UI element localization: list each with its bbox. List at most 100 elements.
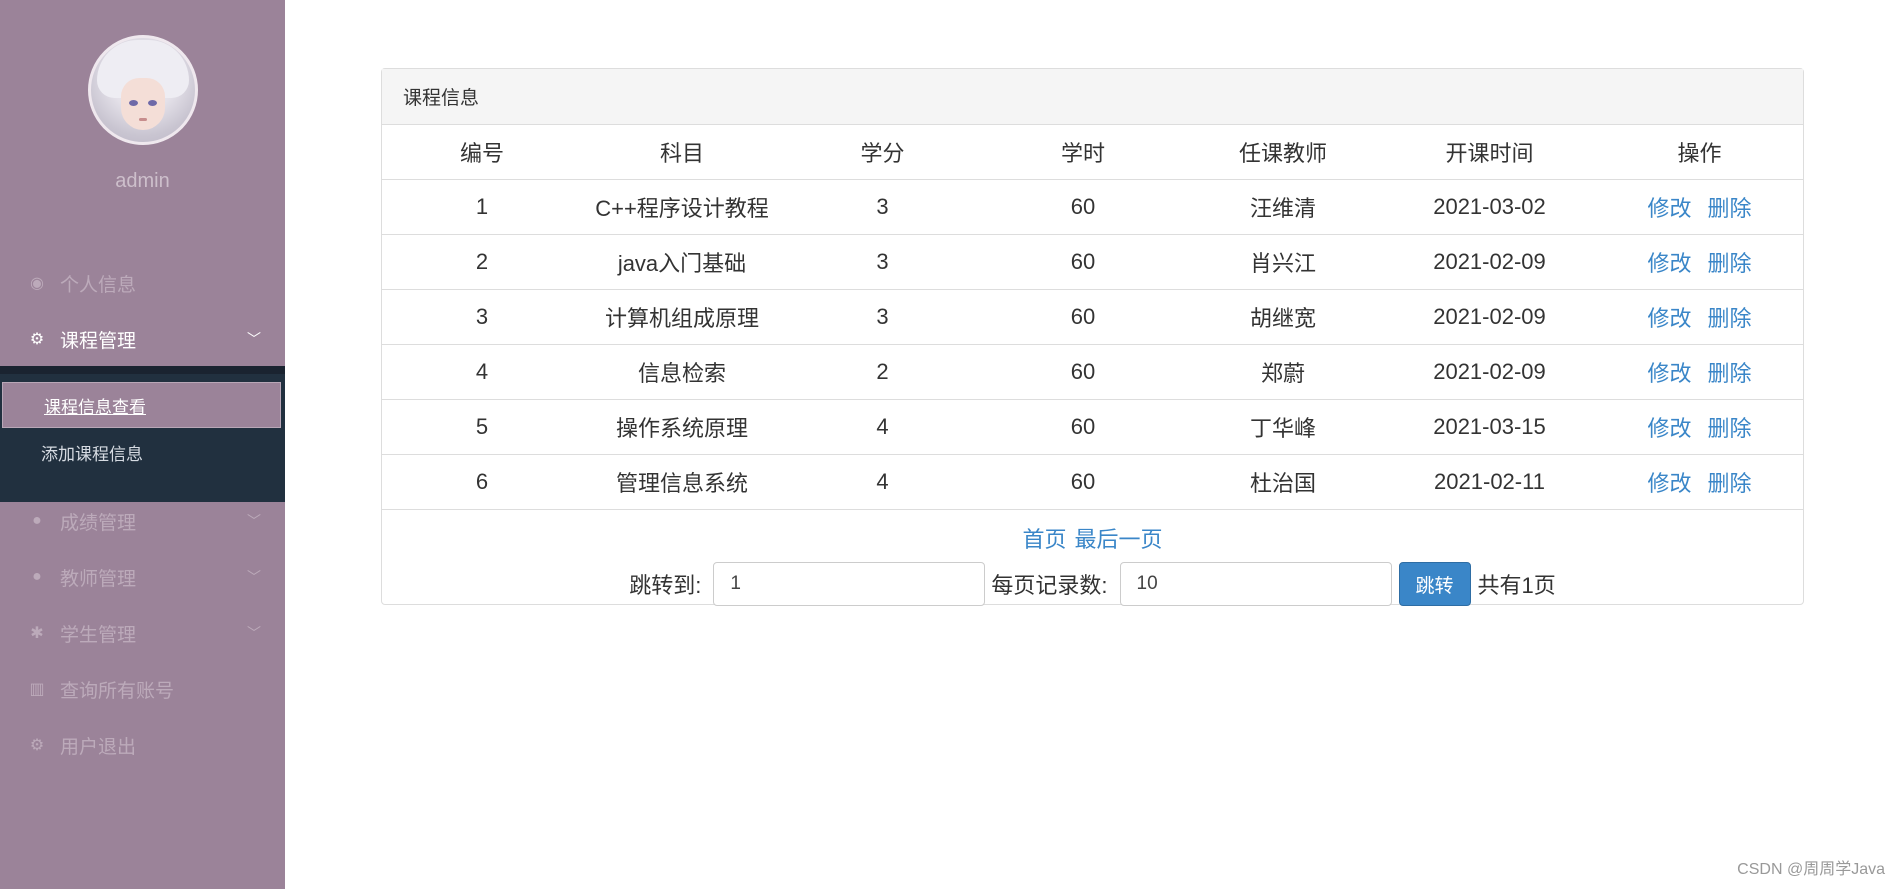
cell-date: 2021-02-09 [1383, 289, 1596, 345]
table-row: 2 java入门基础 3 60 肖兴江 2021-02-09 修改 删除 [382, 234, 1803, 290]
chevron-down-icon: ﹀ [247, 513, 261, 529]
comments-icon: ● [32, 512, 42, 529]
table-row: 1 C++程序设计教程 3 60 汪维清 2021-03-02 修改 删除 [382, 179, 1803, 235]
menu-item-profile[interactable]: ◉ 个人信息 [0, 263, 285, 303]
bug-icon: ✱ [30, 625, 44, 642]
column-header: 学时 [983, 125, 1183, 180]
delete-link[interactable]: 删除 [1708, 251, 1752, 276]
column-header: 开课时间 [1383, 125, 1596, 180]
edit-link[interactable]: 修改 [1647, 251, 1691, 276]
cell-id: 3 [382, 289, 582, 345]
cell-credit: 3 [782, 289, 983, 345]
chevron-down-icon: ﹀ [247, 331, 261, 347]
cell-id: 2 [382, 234, 582, 290]
cell-hours: 60 [983, 179, 1183, 235]
menu-item-student-management[interactable]: ✱ 学生管理 ﹀ [0, 613, 285, 653]
menu-item-course-management[interactable]: ⚙ 课程管理 ﹀ [0, 319, 285, 359]
cell-subject: 操作系统原理 [582, 399, 782, 455]
last-page-link[interactable]: 最后一页 [1075, 527, 1163, 552]
jump-label: 跳转到: [629, 573, 702, 598]
cell-actions: 修改 删除 [1596, 344, 1803, 400]
table-row: 3 计算机组成原理 3 60 胡继宽 2021-02-09 修改 删除 [382, 289, 1803, 345]
cell-subject: 管理信息系统 [582, 454, 782, 510]
jump-page-input[interactable] [713, 562, 986, 606]
menu-item-grade-management[interactable]: ● 成绩管理 ﹀ [0, 501, 285, 541]
cell-credit: 4 [782, 454, 983, 510]
chevron-down-icon: ﹀ [247, 625, 261, 641]
cell-teacher: 杜治国 [1183, 454, 1383, 510]
edit-link[interactable]: 修改 [1647, 471, 1691, 496]
edit-link[interactable]: 修改 [1647, 306, 1691, 331]
cell-actions: 修改 删除 [1596, 179, 1803, 235]
submenu-item-label: 课程信息查看 [44, 397, 146, 417]
cell-date: 2021-02-11 [1383, 454, 1596, 510]
column-header: 学分 [782, 125, 983, 180]
cell-date: 2021-03-15 [1383, 399, 1596, 455]
total-pages-text: 共有1页 [1477, 573, 1556, 598]
cell-id: 5 [382, 399, 582, 455]
bank-icon: ▥ [29, 681, 45, 698]
chevron-down-icon: ﹀ [247, 569, 261, 585]
watermark: CSDN @周周学Java [1737, 861, 1885, 878]
course-table: 编号 科目 学分 学时 任课教师 开课时间 操作 1 C++程序设计教程 3 6… [382, 125, 1803, 510]
column-header: 操作 [1596, 125, 1803, 180]
cell-hours: 60 [983, 234, 1183, 290]
cell-teacher: 丁华峰 [1183, 399, 1383, 455]
cell-hours: 60 [983, 454, 1183, 510]
cell-hours: 60 [983, 399, 1183, 455]
delete-link[interactable]: 删除 [1708, 306, 1752, 331]
jump-button[interactable]: 跳转 [1398, 562, 1471, 606]
per-page-input[interactable] [1119, 562, 1392, 606]
cell-actions: 修改 删除 [1596, 234, 1803, 290]
cell-actions: 修改 删除 [1596, 454, 1803, 510]
delete-link[interactable]: 删除 [1708, 361, 1752, 386]
gears-icon: ⚙ [29, 331, 45, 348]
edit-link[interactable]: 修改 [1647, 196, 1691, 221]
delete-link[interactable]: 删除 [1708, 471, 1752, 496]
table-row: 5 操作系统原理 4 60 丁华峰 2021-03-15 修改 删除 [382, 399, 1803, 455]
cell-actions: 修改 删除 [1596, 289, 1803, 345]
cell-credit: 3 [782, 179, 983, 235]
menu-item-logout[interactable]: ⚙ 用户退出 [0, 725, 285, 765]
table-row: 6 管理信息系统 4 60 杜治国 2021-02-11 修改 删除 [382, 454, 1803, 510]
menu-item-label: 教师管理 [60, 568, 137, 590]
cell-subject: C++程序设计教程 [582, 179, 782, 235]
jump-controls: 跳转到: 每页记录数: 跳转 共有1页 [382, 562, 1803, 606]
column-header: 编号 [382, 125, 582, 180]
cell-actions: 修改 删除 [1596, 399, 1803, 455]
cell-subject: java入门基础 [582, 234, 782, 290]
first-page-link[interactable]: 首页 [1022, 527, 1066, 552]
pagination: 首页 最后一页 [382, 522, 1803, 554]
submenu-item-add-course[interactable]: 添加课程信息 [0, 429, 285, 475]
panel-title: 课程信息 [382, 69, 1803, 125]
edit-link[interactable]: 修改 [1647, 361, 1691, 386]
menu-item-teacher-management[interactable]: ● 教师管理 ﹀ [0, 557, 285, 597]
per-page-label: 每页记录数: [991, 573, 1108, 598]
column-header: 科目 [582, 125, 782, 180]
cell-date: 2021-03-02 [1383, 179, 1596, 235]
cell-id: 6 [382, 454, 582, 510]
menu-item-label: 成绩管理 [60, 512, 137, 534]
cell-teacher: 胡继宽 [1183, 289, 1383, 345]
delete-link[interactable]: 删除 [1708, 416, 1752, 441]
menu-item-label: 用户退出 [60, 736, 137, 758]
course-submenu: 课程信息查看 添加课程信息 [0, 366, 285, 502]
menu-item-label: 学生管理 [60, 624, 137, 646]
gears-icon: ⚙ [29, 737, 45, 754]
cell-id: 4 [382, 344, 582, 400]
edit-link[interactable]: 修改 [1647, 416, 1691, 441]
dashboard-icon: ◉ [30, 275, 44, 292]
submenu-item-view-courses[interactable]: 课程信息查看 [2, 382, 281, 428]
cell-subject: 计算机组成原理 [582, 289, 782, 345]
cell-credit: 2 [782, 344, 983, 400]
menu-item-all-accounts[interactable]: ▥ 查询所有账号 [0, 669, 285, 709]
delete-link[interactable]: 删除 [1708, 196, 1752, 221]
submenu-item-label: 添加课程信息 [41, 444, 143, 464]
cell-teacher: 肖兴江 [1183, 234, 1383, 290]
cell-date: 2021-02-09 [1383, 344, 1596, 400]
table-row: 4 信息检索 2 60 郑蔚 2021-02-09 修改 删除 [382, 344, 1803, 400]
menu-item-label: 个人信息 [60, 274, 137, 296]
cell-subject: 信息检索 [582, 344, 782, 400]
cell-credit: 3 [782, 234, 983, 290]
cell-credit: 4 [782, 399, 983, 455]
